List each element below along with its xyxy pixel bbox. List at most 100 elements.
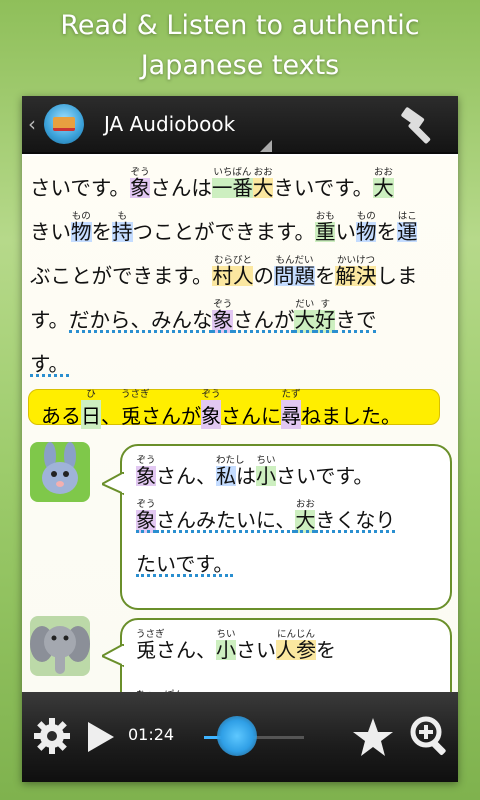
base-text: 、 (101, 404, 121, 428)
ruby-word[interactable]: 兎うさぎ (136, 629, 165, 660)
text-line[interactable]: す。 だから、みんな象 ぞう さんが大 だい好すきで (30, 292, 450, 336)
base-text: ある (41, 404, 81, 428)
base-text: さんが (232, 308, 295, 332)
ruby-word[interactable]: 小ちい (216, 629, 236, 660)
promo-banner: Read & Listen to authentic Japanese text… (0, 0, 480, 92)
text-segment: さい (236, 640, 276, 660)
base-text: きで (335, 308, 377, 332)
text-segment: を (92, 222, 113, 243)
text-line[interactable]: ぶことができます。 村人 むらびと の問題 もんだい を解決 かいけつ しま (30, 248, 450, 292)
text-line[interactable]: す。 (30, 336, 450, 380)
text-segment: は (236, 466, 256, 486)
elephant-speech-bubble[interactable]: 兎うさぎ さん、 小ちいさい人参にんじんをひゃっぽんた (120, 618, 452, 692)
base-text: さん、 (156, 464, 216, 488)
app-logo-icon[interactable] (44, 104, 84, 144)
furigana: す (320, 299, 330, 310)
gear-icon[interactable] (32, 716, 72, 756)
text-line[interactable]: きい物 もの を持もつことができます。 重おも い物 もの を運 はこ (30, 204, 450, 248)
text-segment: さんに (221, 400, 281, 429)
text-segment: を (315, 266, 336, 287)
ruby-word[interactable]: 村人 むらびと (212, 255, 254, 286)
furigana: はこ (397, 211, 417, 222)
rabbit-speech-bubble[interactable]: 象ぞう さん、 私わたし は小 ちい さいです。象ぞう さんみたいに、大 おお きくなり たい… (120, 444, 452, 610)
text-line[interactable]: さいです。 象ぞう さんは一番 いちばん大おお きいです。 大おお (30, 160, 450, 204)
bubble-tail (102, 472, 124, 496)
hammer-icon[interactable] (398, 106, 440, 144)
text-line[interactable]: たいです。 (124, 536, 395, 580)
zoom-in-icon[interactable] (408, 714, 452, 758)
furigana: おも (315, 211, 335, 222)
play-icon[interactable] (86, 720, 116, 754)
ruby-word[interactable]: 物もの (355, 211, 377, 242)
base-text: い (335, 220, 356, 244)
furigana: だい (295, 299, 315, 310)
furigana: おお (253, 167, 273, 178)
text-segment: す。 (30, 310, 69, 331)
text-segment: さいです。 (276, 466, 373, 486)
ruby-word[interactable]: 尋たず (281, 389, 301, 429)
chevron-left-icon[interactable]: ‹ (28, 112, 42, 136)
ruby-word[interactable]: 大おお (373, 167, 394, 198)
text-segment: さんが (141, 400, 201, 429)
furigana: たず (281, 389, 301, 400)
ruby-word[interactable]: 日ひ (81, 389, 101, 429)
ruby-word[interactable]: 運はこ (396, 211, 418, 242)
text-segment: きで (335, 308, 377, 333)
ruby-word[interactable]: 私わたし (216, 455, 245, 486)
text-segment: さんみたいに、 (156, 508, 296, 533)
furigana: おお (373, 167, 393, 178)
app-title[interactable]: JA Audiobook (104, 112, 235, 136)
base-text: さんみたいに、 (156, 508, 296, 532)
ruby-word[interactable]: 重おも (314, 211, 336, 242)
base-text: ぶことができます。 (30, 264, 213, 288)
text-line[interactable]: 象ぞう さんみたいに、大 おお きくなり (124, 492, 396, 536)
ruby-word[interactable]: 大だい (294, 299, 315, 333)
text-segment: ぶことができます。 (30, 264, 213, 288)
text-segment: 、 (101, 400, 121, 429)
elephant-avatar (30, 616, 90, 676)
ruby-word[interactable]: 解決 かいけつ (335, 255, 377, 286)
ruby-word[interactable]: 象ぞう (136, 499, 156, 533)
furigana: かいけつ (336, 255, 375, 266)
base-text: ねました。 (301, 404, 401, 428)
ruby-word[interactable]: 象ぞう (136, 455, 156, 486)
current-sentence[interactable]: ある日ひ、 兎 うさぎ さんが象 ぞう さんに尋 たず ねました。 (28, 389, 440, 429)
ruby-word[interactable]: 大おお (252, 167, 274, 198)
ruby-word[interactable]: 象ぞう (129, 167, 151, 198)
app-screen: ‹ JA Audiobook さいです。 象ぞう さんは一番 いちばん大おお きいです… (22, 96, 458, 782)
promo-line-2: Japanese texts (140, 50, 340, 81)
text-segment: だから、みんな (68, 310, 213, 333)
text-segment: しま (376, 264, 418, 288)
ruby-word[interactable]: 人参 にんじん (276, 629, 316, 660)
furigana: もんだい (275, 255, 314, 266)
furigana: もの (71, 211, 91, 222)
furigana: ちい (256, 455, 276, 466)
ruby-word[interactable]: 好す (314, 299, 336, 333)
star-icon[interactable] (352, 716, 394, 758)
ruby-word[interactable]: 小ちい (256, 455, 276, 486)
base-text: さんは (150, 176, 212, 200)
ruby-word[interactable]: 持も (112, 211, 133, 242)
furigana: ぞう (213, 299, 233, 310)
ruby-word[interactable]: 物もの (71, 211, 92, 242)
text-segment: つことができます。 (133, 222, 315, 243)
text-line[interactable]: 兎うさぎ さん、 小ちい さい人参 にんじんを (124, 622, 336, 666)
base-text: 尋 (281, 404, 301, 428)
story-view[interactable]: さいです。 象ぞう さんは一番 いちばん大おお きいです。 大おお きい物 もの を持もつこ… (22, 156, 458, 692)
ruby-word[interactable]: 象ぞう (212, 299, 233, 333)
ruby-word[interactable]: 一番 いちばん (211, 167, 253, 198)
ruby-word[interactable]: 兎うさぎ (121, 389, 150, 429)
base-text: さいです。 (276, 464, 374, 488)
seek-knob[interactable] (217, 716, 257, 756)
text-line[interactable]: ひゃっぽんた (124, 666, 336, 692)
furigana: にんじん (276, 629, 315, 640)
ruby-word[interactable]: 大おお (295, 499, 316, 533)
base-text: たいです。 (136, 552, 234, 576)
ruby-word[interactable]: 象ぞう (201, 389, 221, 429)
furigana: ぞう (136, 455, 156, 466)
text-line[interactable]: 象ぞう さん、 私わたし は小 ちい さいです。 (124, 448, 395, 492)
ruby-word[interactable]: 問題 もんだい (273, 255, 315, 286)
furigana: ぞう (201, 389, 221, 400)
text-segment: の (253, 266, 274, 287)
base-text: しま (376, 264, 418, 288)
